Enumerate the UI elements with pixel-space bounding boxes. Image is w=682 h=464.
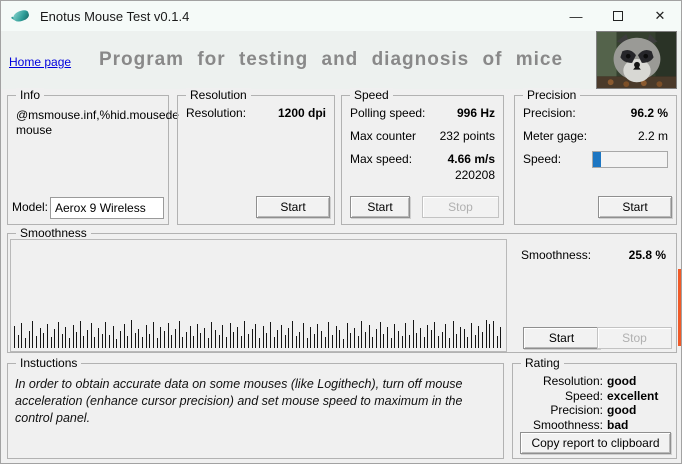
polling-speed-value: 996 Hz <box>456 106 495 120</box>
max-speed-label: Max speed: <box>350 152 413 166</box>
smoothness-group: Smoothness Smoothness: 25.8 % Start Stop <box>7 226 677 353</box>
resolution-label: Resolution: <box>186 106 247 120</box>
precision-start-button[interactable]: Start <box>598 196 672 218</box>
rating-group: Rating Resolution: good Speed: excellent… <box>512 356 677 459</box>
minimize-button[interactable]: — <box>555 1 597 31</box>
rating-list: Resolution: good Speed: excellent Precis… <box>517 374 672 432</box>
resolution-start-button[interactable]: Start <box>256 196 330 218</box>
precision-label: Precision: <box>523 106 576 120</box>
close-icon: ✕ <box>654 8 666 23</box>
header-band: Home page Program for testing and diagno… <box>1 31 681 89</box>
rating-resolution-value: good <box>607 374 637 388</box>
instructions-group: Instuctions In order to obtain accurate … <box>7 356 504 459</box>
app-mouse-icon <box>10 8 31 24</box>
window-title: Enotus Mouse Test v0.1.4 <box>40 8 190 24</box>
rating-group-label: Rating <box>521 356 564 370</box>
rating-speed-label: Speed: <box>564 388 603 403</box>
rating-smoothness-value: bad <box>607 417 629 432</box>
rating-precision-value: good <box>607 403 637 417</box>
resolution-value: 1200 dpi <box>277 106 326 120</box>
precision-speed-label: Speed: <box>523 152 562 166</box>
raccoon-image <box>596 31 677 89</box>
rating-speed-value: excellent <box>607 388 659 403</box>
edge-highlight-marker <box>678 269 681 346</box>
precision-group: Precision Precision: 96.2 % Meter gage: … <box>514 88 677 225</box>
model-input[interactable] <box>50 197 164 219</box>
smoothness-value: 25.8 % <box>628 248 666 262</box>
speed-gauge-fill <box>593 152 602 167</box>
precision-value: 96.2 % <box>630 106 668 120</box>
app-window: Enotus Mouse Test v0.1.4 — ✕ Home page P… <box>0 0 682 464</box>
resolution-group: Resolution Resolution: 1200 dpi Start <box>177 88 335 225</box>
precision-group-label: Precision <box>523 88 581 102</box>
instructions-group-label: Instuctions <box>16 356 82 370</box>
rating-precision-label: Precision: <box>550 403 603 417</box>
title-bar: Enotus Mouse Test v0.1.4 — ✕ <box>1 1 681 31</box>
maximize-button[interactable] <box>597 1 639 31</box>
speed-group-label: Speed <box>350 88 393 102</box>
rating-resolution-label: Resolution: <box>542 374 603 388</box>
device-info-text: @msmouse.inf,%hid.mousede mouse <box>16 108 179 137</box>
instructions-text: In order to obtain accurate data on some… <box>15 377 463 425</box>
minimize-icon: — <box>569 8 583 24</box>
smoothness-start-button[interactable]: Start <box>523 327 600 349</box>
speed-gauge <box>592 151 668 168</box>
speed-extra-value: 220208 <box>454 168 495 182</box>
copy-report-button[interactable]: Copy report to clipboard <box>520 432 671 454</box>
home-page-link[interactable]: Home page <box>9 55 71 69</box>
speed-group: Speed Polling speed: 996 Hz Max counter … <box>341 88 504 225</box>
info-group: Info @msmouse.inf,%hid.mousede mouse Mod… <box>7 88 179 225</box>
info-group-label: Info <box>16 88 45 102</box>
smoothness-label: Smoothness: <box>521 248 592 262</box>
max-counter-value: 232 points <box>439 129 495 143</box>
rating-smoothness-label: Smoothness: <box>532 417 603 432</box>
page-title: Program for testing and diagnosis of mic… <box>98 49 564 70</box>
smoothness-right-panel: Smoothness: 25.8 % Start Stop <box>513 234 674 352</box>
smoothness-stop-button[interactable]: Stop <box>597 327 672 349</box>
meter-gage-label: Meter gage: <box>523 129 588 143</box>
max-speed-value: 4.66 m/s <box>447 152 495 166</box>
speed-stop-button[interactable]: Stop <box>422 196 499 218</box>
close-button[interactable]: ✕ <box>639 1 681 31</box>
model-label: Model: <box>12 200 49 214</box>
smoothness-group-label: Smoothness <box>16 226 91 240</box>
speed-start-button[interactable]: Start <box>350 196 410 218</box>
polling-speed-label: Polling speed: <box>350 106 426 120</box>
max-counter-label: Max counter <box>350 129 417 143</box>
maximize-icon <box>613 11 623 21</box>
resolution-group-label: Resolution <box>186 88 251 102</box>
meter-gage-value: 2.2 m <box>637 129 668 143</box>
smoothness-waveform <box>10 239 507 352</box>
